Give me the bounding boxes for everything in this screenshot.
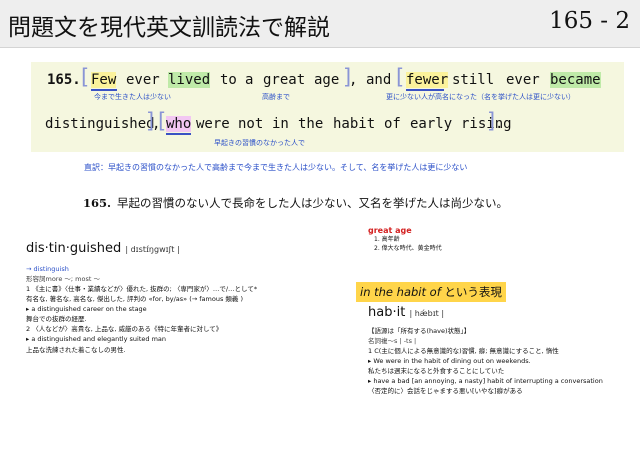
dict-line: 有名な, 著名な, 高名な, 傑出した, 評判の «for, by/as» (→… [26,295,244,304]
underline-who [166,133,191,135]
word-were: were [196,116,230,132]
bracket-close-rising: ] [487,109,496,133]
word-became: became [550,72,601,88]
underline-fewer [406,89,444,91]
sentence-number: 165. [47,72,81,88]
gloss-who: 早起きの習慣のなかった人で [214,139,305,147]
bracket-open-few: [ [81,65,90,89]
habit-title-rest: という表現 [444,285,502,299]
word-fewer: fewer [406,72,449,88]
final-translation: 165. 早起の習慣のない人で長命をした人は少ない、又名を挙げた人は尚少ない。 [83,195,508,211]
word-not: not [238,116,264,132]
gloss-great-age: 高齢まで [262,93,290,101]
word-lived: lived [168,72,211,88]
period: . [495,116,504,132]
habit-section-title: in the habit of という表現 [356,282,506,302]
dict-headword: hab·it | hǽbɪt | [368,305,633,320]
underline-few [91,89,117,91]
dict-line: ▸ have a bad [an annoying, a nasty] habi… [368,377,603,386]
dict-line: 舞台での抜群の経歴. [26,315,87,324]
habit-title-italic: in the habit of [360,285,441,299]
dict-line: 名詞複〜s | -ts | [368,337,417,346]
word-great: great [263,72,306,88]
dict-line: 上品な洗練された着こなしの男性. [26,345,126,354]
dictionary-entry-distinguished: dis·tin·guished | dɪstɪ́ŋgwɪʃt | → disti… [26,241,338,355]
word-habit: habit [333,116,376,132]
great-age-item: 2. 偉大な時代、黄金時代 [374,245,442,252]
word-and: and [366,72,392,88]
dict-line: 私たちは週末になると外食することにしていた [368,367,505,376]
dict-line: ▸ We were in the habit of dining out on … [368,357,531,366]
word-of: of [384,116,401,132]
dict-line: 【語源は「所有する(have)状態」】 [368,327,471,335]
word-ever-2: ever [506,72,540,88]
dict-line: 2 〈人などが〉高貴な, 上品な, 威厳のある《特に年輩者に対して》 [26,325,223,334]
final-translation-text: 早起の習慣のない人で長命をした人は少ない、又名を挙げた人は尚少ない。 [117,196,509,210]
dict-line: 1 《主に書》〈仕事・業績などが〉優れた, 抜群の; 〈専門家が〉…で/…として… [26,285,258,294]
page-number: 165 - 2 [549,8,630,34]
dict-headword-text: hab·it [368,305,406,320]
word-age: age [314,72,340,88]
word-in: in [272,116,289,132]
word-who: who [166,116,192,132]
great-age-item: 1. 高年齢 [374,236,400,243]
gloss-fewer: 更に少ない人が高名になった（名を挙げた人は更に少ない） [386,93,575,101]
dict-line[interactable]: → distinguish [26,264,338,274]
word-early: early [410,116,453,132]
dict-headword: dis·tin·guished | dɪstɪ́ŋgwɪʃt | [26,241,338,256]
dictionary-entry-habit: hab·it | hǽbɪt | 【語源は「所有する(have)状態」】 名詞複… [368,305,633,396]
word-still: still [452,72,495,88]
dict-line: ▸ a distinguished and elegantly suited m… [26,335,167,344]
great-age-note: great age 1. 高年齢 2. 偉大な時代、黄金時代 [368,226,442,253]
dict-headword-text: dis·tin·guished [26,241,122,256]
bracket-open-who: [ [158,109,167,133]
gloss-few: 今まで生きた人は少ない [94,93,171,101]
word-few: Few [91,72,117,88]
final-translation-number: 165. [83,196,112,210]
dict-line: 〈否定的に〉会話をじゃまする悪い[いやな]癖がある [368,387,523,396]
page-title: 問題文を現代英文訓読法で解説 [8,15,330,41]
great-age-title: great age [368,226,412,235]
dict-line: 形容詞more 〜; most 〜 [26,275,100,284]
word-the: the [298,116,324,132]
dict-line: ▸ a distinguished career on the stage [26,305,147,314]
word-ever: ever [126,72,160,88]
word-distinguished: distinguished [45,116,155,132]
literal-translation: 直訳：早起きの習慣のなかった人で高齢まで今まで生きた人は少ない。そして、名を挙げ… [84,163,468,172]
header-bar: 問題文を現代英文訓読法で解説 165 - 2 [0,0,640,48]
dict-pronunciation: | hǽbɪt | [409,309,445,318]
bracket-open-fewer: [ [396,65,405,89]
word-to: to [220,72,237,88]
dict-line: 1 C(主に個人による無意識的な)習慣, 癖; 無意識にすること, 惰性 [368,347,559,356]
dict-pronunciation: | dɪstɪ́ŋgwɪʃt | [125,245,180,254]
comma-1: , [349,72,358,88]
word-a: a [245,72,254,88]
